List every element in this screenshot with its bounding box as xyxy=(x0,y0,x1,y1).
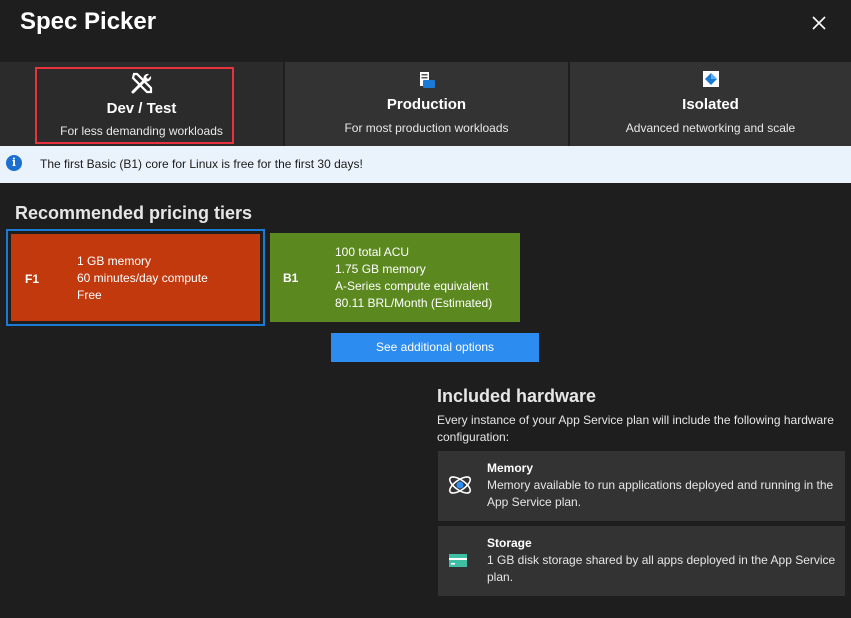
tier-detail-line: 80.11 BRL/Month (Estimated) xyxy=(335,296,493,310)
memory-icon xyxy=(448,476,472,494)
tier-detail-line: 100 total ACU xyxy=(335,245,410,259)
tier-detail-line: 60 minutes/day compute xyxy=(77,271,208,285)
tools-icon xyxy=(131,72,152,94)
tier-detail-line: Free xyxy=(77,288,102,302)
info-banner: i The first Basic (B1) core for Linux is… xyxy=(0,146,851,183)
tier-code: F1 xyxy=(25,272,40,286)
close-icon[interactable] xyxy=(808,12,830,34)
tier-detail-line: 1 GB memory xyxy=(77,254,152,268)
tier-details: 1 GB memory 60 minutes/day compute Free xyxy=(77,253,208,304)
isolated-icon xyxy=(702,71,719,87)
tab-description: Advanced networking and scale xyxy=(625,121,796,135)
tier-card-b1[interactable]: B1 100 total ACU 1.75 GB memory A-Series… xyxy=(270,233,520,322)
tab-description: For most production workloads xyxy=(344,121,509,135)
tier-card-f1[interactable]: F1 1 GB memory 60 minutes/day compute Fr… xyxy=(6,229,265,326)
hardware-item-text: Memory available to run applications dep… xyxy=(487,478,834,509)
tab-production[interactable]: Production For most production workloads xyxy=(285,62,568,146)
hardware-item-name: Storage xyxy=(487,536,532,550)
tab-isolated[interactable]: Isolated Advanced networking and scale xyxy=(570,62,851,146)
included-hardware-heading: Included hardware xyxy=(437,386,597,406)
tab-label: Production xyxy=(386,96,467,113)
tier-detail-line: A-Series compute equivalent xyxy=(335,279,489,293)
storage-icon xyxy=(449,554,467,567)
hardware-item-name: Memory xyxy=(487,461,534,475)
tier-code: B1 xyxy=(283,271,299,285)
tab-dev-test[interactable]: Dev / Test For less demanding workloads xyxy=(0,62,283,146)
hardware-item-storage: Storage 1 GB disk storage shared by all … xyxy=(438,526,845,596)
info-banner-text: The first Basic (B1) core for Linux is f… xyxy=(40,157,363,171)
title-bar: Spec Picker xyxy=(0,0,851,62)
hardware-item-memory: Memory Memory available to run applicati… xyxy=(438,451,845,521)
tier-detail-line: 1.75 GB memory xyxy=(335,262,426,276)
hardware-item-text: 1 GB disk storage shared by all apps dep… xyxy=(487,553,836,584)
tab-label: Dev / Test xyxy=(106,100,177,117)
tab-description: For less demanding workloads xyxy=(60,124,223,138)
see-additional-options-button[interactable]: See additional options xyxy=(331,333,539,362)
recommended-heading: Recommended pricing tiers xyxy=(15,203,253,223)
tier-card-body: F1 1 GB memory 60 minutes/day compute Fr… xyxy=(11,234,260,321)
dialog-title: Spec Picker xyxy=(20,8,157,35)
included-hardware-description: Every instance of your App Service plan … xyxy=(437,413,834,444)
tier-category-tabs: Dev / Test For less demanding workloads … xyxy=(0,62,851,146)
tab-label: Isolated xyxy=(682,96,739,113)
server-icon xyxy=(419,72,435,88)
tier-details: 100 total ACU 1.75 GB memory A-Series co… xyxy=(335,244,492,312)
info-icon: i xyxy=(6,155,22,171)
